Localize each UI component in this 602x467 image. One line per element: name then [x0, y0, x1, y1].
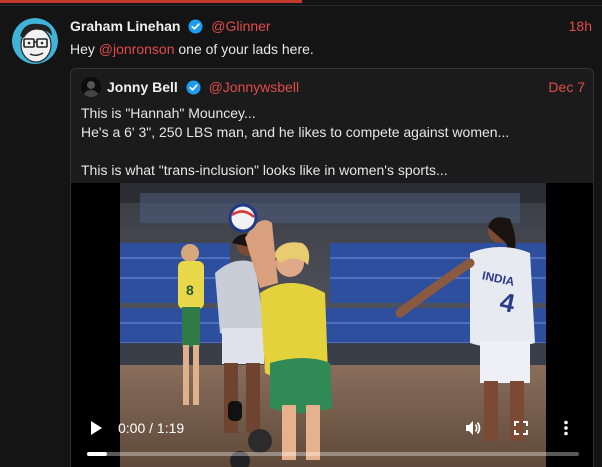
quoted-tweet-text: This is "Hannah" Mouncey... He's a 6' 3"…	[81, 104, 585, 180]
verified-badge-icon	[188, 19, 203, 37]
fullscreen-icon	[514, 421, 528, 435]
quoted-author-avatar[interactable]	[81, 77, 101, 97]
time-display: 0:00 / 1:19	[118, 420, 185, 436]
progress-fill	[87, 452, 107, 456]
quoted-text-line: This is what "trans-inclusion" looks lik…	[81, 162, 448, 178]
mention-link[interactable]: @jonronson	[99, 41, 175, 57]
volume-button[interactable]	[464, 419, 482, 442]
author-handle[interactable]: @Glinner	[211, 18, 270, 34]
divider	[0, 5, 602, 6]
quoted-tweet-header: Jonny Bell @Jonnywsbell Dec 7	[107, 79, 585, 98]
tweet-text: Hey @jonronson one of your lads here.	[70, 41, 314, 57]
quoted-text-line: This is "Hannah" Mouncey...	[81, 105, 256, 121]
author-avatar[interactable]	[12, 18, 58, 64]
volume-icon	[466, 421, 481, 435]
active-tab-indicator	[0, 0, 302, 3]
video-player[interactable]: 8 INDIA 4 0:00 / 1:19	[71, 183, 593, 467]
quoted-text-line	[81, 142, 585, 161]
play-button[interactable]	[89, 420, 103, 441]
tweet-header: Graham Linehan @Glinner 18h	[70, 18, 592, 36]
tweet-timestamp[interactable]: 18h	[569, 18, 592, 34]
play-icon	[91, 421, 102, 435]
progress-bar[interactable]	[87, 452, 579, 456]
fullscreen-button[interactable]	[514, 421, 528, 440]
tweet-text-prefix: Hey	[70, 41, 99, 57]
quoted-author-name[interactable]: Jonny Bell	[107, 79, 178, 95]
quoted-tweet-timestamp[interactable]: Dec 7	[548, 79, 585, 95]
quoted-author-handle[interactable]: @Jonnywsbell	[209, 79, 299, 95]
quoted-text-line: He's a 6' 3", 250 LBS man, and he likes …	[81, 124, 510, 140]
more-options-icon	[564, 420, 568, 436]
video-controls: 0:00 / 1:19	[71, 183, 593, 467]
tweet-text-suffix: one of your lads here.	[174, 41, 314, 57]
more-options-button[interactable]	[563, 420, 569, 441]
quoted-tweet[interactable]: Jonny Bell @Jonnywsbell Dec 7 This is "H…	[70, 68, 594, 467]
verified-badge-icon	[186, 80, 201, 98]
author-name[interactable]: Graham Linehan	[70, 18, 180, 34]
